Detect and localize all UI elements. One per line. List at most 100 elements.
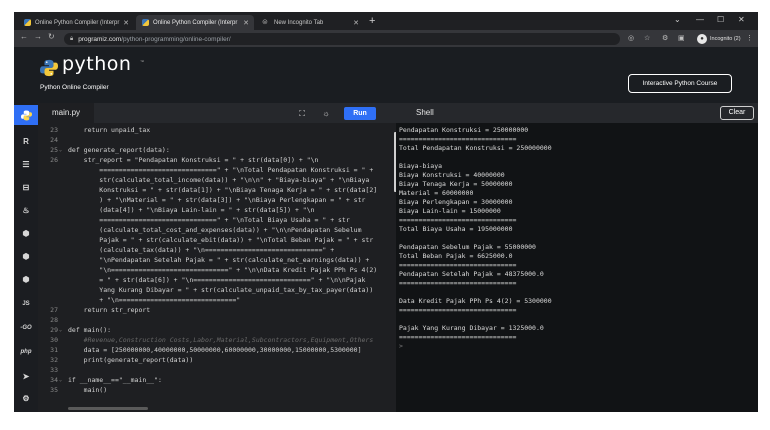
run-button[interactable]: Run bbox=[344, 107, 376, 120]
python-logo[interactable]: python ™ Python Online Compiler bbox=[40, 53, 150, 93]
clear-button[interactable]: Clear bbox=[720, 106, 754, 120]
java-icon[interactable]: ♨ bbox=[18, 203, 34, 217]
close-icon[interactable]: ✕ bbox=[353, 19, 359, 27]
code-line[interactable]: 28 bbox=[38, 316, 396, 325]
browser-tab-1[interactable]: Online Python Compiler (Interpr ✕ bbox=[18, 15, 134, 30]
html-icon[interactable]: ⊟ bbox=[18, 180, 34, 194]
code-line[interactable]: Pajak = " + str(calculate_ebit(data)) + … bbox=[38, 236, 396, 245]
code-line[interactable]: 29 ⌄ def main(): bbox=[38, 326, 396, 335]
code-text: ==============================" + "\nTot… bbox=[68, 216, 350, 224]
code-line[interactable]: 34 ⌄ if __name__=="__main__": bbox=[38, 376, 396, 385]
interactive-course-button[interactable]: Interactive Python Course bbox=[628, 74, 732, 93]
code-line[interactable]: 30 #Revenue,Construction Costs,Labor,Mat… bbox=[38, 336, 396, 345]
back-arrow-icon[interactable]: ← bbox=[20, 32, 28, 41]
code-line[interactable]: 27 return str_report bbox=[38, 306, 396, 315]
code-text: Pajak = " + str(calculate_ebit(data)) + … bbox=[68, 236, 374, 244]
fold-chevron-icon[interactable]: ⌄ bbox=[59, 326, 62, 335]
fold-chevron-icon[interactable]: ⌄ bbox=[59, 376, 62, 385]
c-icon[interactable]: ⬢ bbox=[18, 226, 34, 240]
code-line[interactable]: + "\n==============================" bbox=[38, 296, 396, 305]
window-close-icon[interactable]: ✕ bbox=[738, 15, 745, 24]
profile-button[interactable]: ● Incognito (2) bbox=[697, 33, 741, 44]
cpp-icon[interactable]: ⬢ bbox=[18, 249, 34, 263]
output-line: Biaya-biaya bbox=[399, 162, 443, 170]
reload-icon[interactable]: ↻ bbox=[48, 32, 55, 41]
file-tab-main-py[interactable]: main.py bbox=[38, 103, 94, 123]
code-text: (data[4]) + "\nBiaya Lain-lain = " + str… bbox=[68, 206, 315, 214]
code-line[interactable]: 35 main() bbox=[38, 386, 396, 395]
output-line: Biaya Tenaga Kerja = 50000000 bbox=[399, 180, 513, 188]
site-header: python ™ Python Online Compiler Interact… bbox=[14, 47, 758, 103]
url-field[interactable]: 🔒︎ programiz.com/python-programming/onli… bbox=[64, 33, 620, 45]
code-text: data = [250000000,40000000,50000000,6000… bbox=[68, 346, 362, 354]
shell-output[interactable]: Pendapatan Konstruksi = 250000000 =======… bbox=[399, 126, 757, 351]
output-line: Pendapatan Konstruksi = 250000000 bbox=[399, 126, 529, 134]
output-line: ============================== bbox=[399, 216, 517, 224]
code-line[interactable]: 33 bbox=[38, 366, 396, 375]
lock-icon: 🔒︎ bbox=[70, 35, 74, 42]
python-icon[interactable] bbox=[14, 105, 38, 125]
code-line[interactable]: Konstruksi = " + str(data[1]) + "\nBiaya… bbox=[38, 186, 396, 195]
swift-icon[interactable]: ➤ bbox=[18, 369, 34, 383]
output-line: Total Beban Pajak = 6625000.0 bbox=[399, 252, 513, 260]
browser-tab-3[interactable]: ⊜ New Incognito Tab ✕ bbox=[256, 15, 364, 30]
code-line[interactable]: 24 bbox=[38, 136, 396, 145]
code-line[interactable]: (data[4]) + "\nBiaya Lain-lain = " + str… bbox=[38, 206, 396, 215]
code-text: + "\n==============================" bbox=[68, 296, 241, 304]
code-text: = " + str(data[6]) + "\n================… bbox=[68, 276, 366, 284]
horizontal-scrollbar[interactable] bbox=[68, 407, 148, 410]
maximize-icon[interactable]: ☐ bbox=[717, 15, 724, 24]
rust-icon[interactable]: ⚙ bbox=[18, 391, 34, 405]
code-line[interactable]: Yang Kurang Dibayar = " + str(calculate_… bbox=[38, 286, 396, 295]
output-line: ============================== bbox=[399, 261, 517, 269]
code-line[interactable]: "\n==============================" + "\n… bbox=[38, 266, 396, 275]
code-line[interactable]: 23 return unpaid_tax bbox=[38, 126, 396, 135]
go-icon[interactable]: -GO bbox=[18, 321, 34, 335]
php-icon[interactable]: php bbox=[18, 345, 34, 359]
code-line[interactable]: str(calculate_total_income(data)) + "\n\… bbox=[38, 176, 396, 185]
sidepanel-icon[interactable]: ▣ bbox=[678, 34, 685, 42]
code-line[interactable]: 32 print(generate_report(data)) bbox=[38, 356, 396, 365]
profile-label: Incognito (2) bbox=[710, 35, 741, 42]
line-number: 24 bbox=[50, 136, 58, 144]
sql-icon[interactable]: ☰ bbox=[18, 157, 34, 171]
code-line[interactable]: (calculate_total_cost_and_expenses(data)… bbox=[38, 226, 396, 235]
fold-chevron-icon[interactable]: ⌄ bbox=[59, 146, 62, 155]
code-line[interactable]: (calculate_tax(data)) + "\n=============… bbox=[38, 246, 396, 255]
code-line[interactable]: ==============================" + "\nTot… bbox=[38, 166, 396, 175]
kebab-menu-icon[interactable]: ⋮ bbox=[746, 34, 753, 42]
line-number: 35 bbox=[50, 386, 58, 394]
chevron-down-icon[interactable]: ⌄ bbox=[674, 15, 681, 24]
logo-wordmark: python bbox=[62, 53, 132, 75]
code-area[interactable]: 23 return unpaid_tax 24 25 ⌄ def generate_re… bbox=[38, 126, 396, 406]
fullscreen-icon[interactable]: ⛶ bbox=[294, 107, 310, 120]
tab-title: Online Python Compiler (Interpr bbox=[153, 19, 238, 26]
code-line[interactable]: "\nPendapatan Setelah Pajak = " + str(ca… bbox=[38, 256, 396, 265]
code-line[interactable]: ==============================" + "\nTot… bbox=[38, 216, 396, 225]
minimize-icon[interactable]: — bbox=[696, 15, 704, 24]
line-number: 34 bbox=[50, 376, 58, 384]
close-icon[interactable]: ✕ bbox=[243, 19, 249, 27]
theme-toggle-sun-icon[interactable]: ☼ bbox=[318, 107, 334, 120]
code-line[interactable]: 25 ⌄ def generate_report(data): bbox=[38, 146, 396, 155]
code-line[interactable]: ) + "\nMaterial = " + str(data[3]) + "\n… bbox=[38, 196, 396, 205]
code-line[interactable]: = " + str(data[6]) + "\n================… bbox=[38, 276, 396, 285]
code-line[interactable]: 26 str_report = "Pendapatan Konstruksi =… bbox=[38, 156, 396, 165]
code-line[interactable]: 31 data = [250000000,40000000,50000000,6… bbox=[38, 346, 396, 355]
extension-icon[interactable]: ⚙ bbox=[662, 34, 668, 42]
r-icon[interactable]: R bbox=[18, 134, 34, 148]
browser-tab-2[interactable]: Online Python Compiler (Interpr ✕ bbox=[136, 15, 254, 30]
code-text: return str_report bbox=[68, 306, 151, 314]
line-number: 28 bbox=[50, 316, 58, 324]
close-icon[interactable]: ✕ bbox=[123, 19, 129, 27]
csharp-icon[interactable]: ⬢ bbox=[18, 272, 34, 286]
js-icon[interactable]: JS bbox=[18, 297, 34, 311]
incognito-eye-icon[interactable]: ◎ bbox=[628, 34, 634, 42]
line-number: 33 bbox=[50, 366, 58, 374]
output-line: Pendapatan Sebelum Pajak = 55000000 bbox=[399, 243, 536, 251]
new-tab-button[interactable]: + bbox=[369, 15, 375, 27]
star-icon[interactable]: ☆ bbox=[644, 34, 650, 42]
code-text: main() bbox=[68, 386, 108, 394]
forward-arrow-icon[interactable]: → bbox=[34, 32, 42, 41]
